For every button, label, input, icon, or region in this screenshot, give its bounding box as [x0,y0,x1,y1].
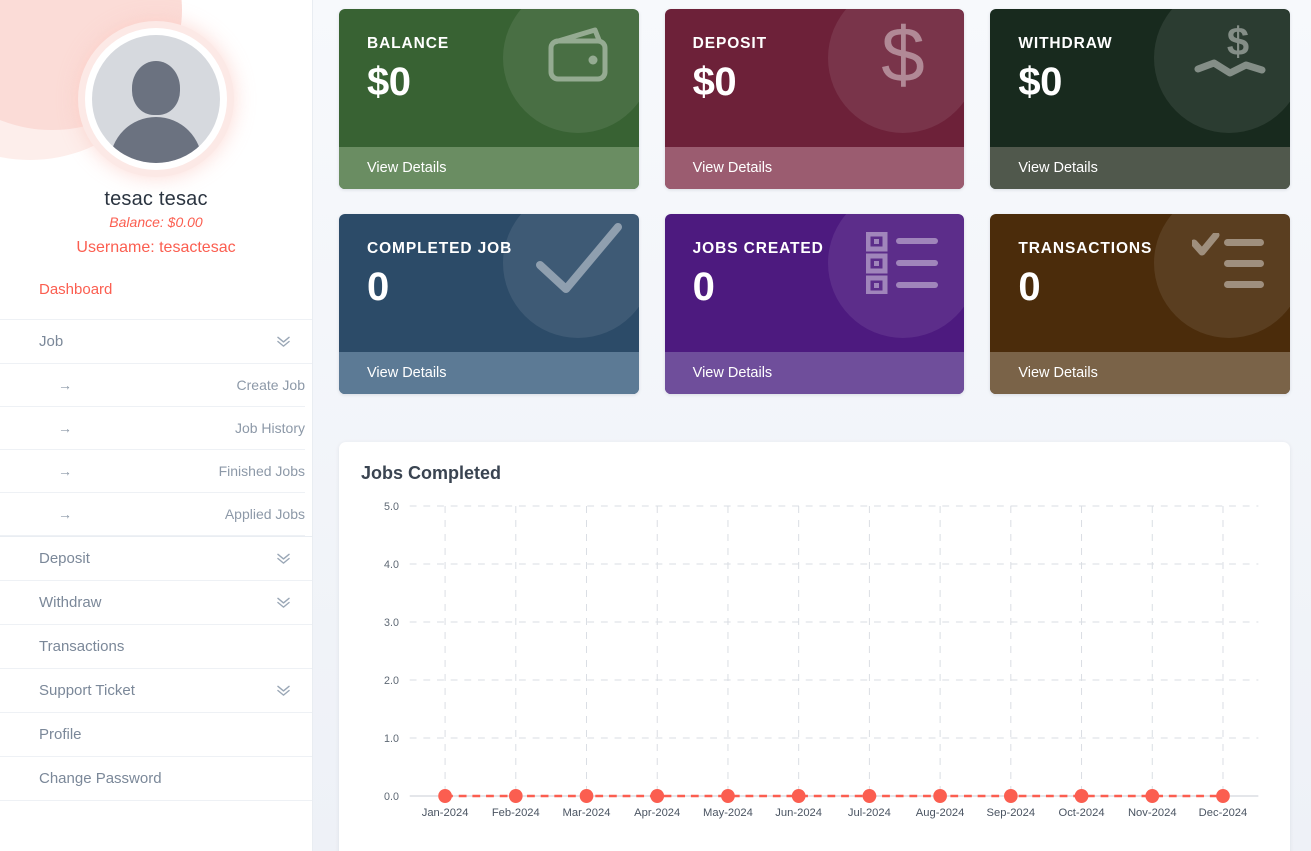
sidebar-item-label: Finished Jobs [218,463,305,479]
jobs-completed-chart-card: Jobs Completed 0.0 1.0 2.0 3.0 4.0 5.0 Jan-202… [339,442,1290,851]
sidebar-item-label: Change Password [39,770,162,787]
arrow-right-icon: → [58,377,72,393]
chevron-double-down-icon [276,552,291,565]
svg-text:Dec-2024: Dec-2024 [1199,807,1248,819]
stat-card-deposit[interactable]: DEPOSIT $0 $ View Details [664,9,965,189]
svg-text:1.0: 1.0 [384,733,399,745]
svg-text:Sep-2024: Sep-2024 [987,807,1036,819]
sidebar-item-job-history[interactable]: → Job History [0,407,305,450]
sidebar-item-label: Support Ticket [39,682,135,699]
svg-text:$: $ [1227,23,1249,64]
sidebar-item-support-ticket[interactable]: Support Ticket [0,669,312,713]
sidebar-item-applied-jobs[interactable]: → Applied Jobs [0,493,305,536]
svg-text:Jul-2024: Jul-2024 [848,807,891,819]
checklist-icon [1153,214,1290,338]
sidebar-submenu-job: → Create Job → Job History → Finished Jo… [0,364,312,536]
task-list-icon [828,214,965,338]
view-details-label: View Details [367,160,447,176]
sidebar-item-transactions[interactable]: Transactions [0,625,312,669]
view-details-label: View Details [1018,160,1098,176]
profile-balance: Balance: $0.00 [109,214,203,230]
sidebar-item-label: Job History [234,420,305,436]
stat-card-completed-job[interactable]: COMPLETED JOB 0 View Details [339,214,639,394]
sidebar-item-label: Profile [39,726,82,743]
chevron-double-down-icon [276,596,291,609]
view-details-label: View Details [692,160,773,176]
svg-text:Feb-2024: Feb-2024 [492,807,540,819]
stat-card-body: DEPOSIT $0 $ [665,9,965,147]
stat-card-jobs-created[interactable]: JOBS CREATED 0 View Details [664,214,965,394]
sidebar-item-profile[interactable]: Profile [0,713,312,757]
svg-text:Jan-2024: Jan-2024 [422,807,469,819]
svg-text:4.0: 4.0 [384,559,399,571]
sidebar-item-change-password[interactable]: Change Password [0,757,312,801]
stat-card-withdraw[interactable]: WITHDRAW $0 $ View Details [990,9,1290,189]
view-details-label: View Details [692,365,773,381]
view-details-button[interactable]: View Details [339,147,639,189]
view-details-button[interactable]: View Details [664,147,965,189]
svg-text:3.0: 3.0 [384,617,399,629]
profile-panel: tesac tesac Balance: $0.00 Username: tes… [0,0,312,257]
sidebar-nav: Dashboard Job → Create Job → Job History… [0,281,312,801]
sidebar-item-create-job[interactable]: → Create Job [0,364,305,407]
view-details-button[interactable]: View Details [990,352,1290,394]
stat-card-body: TRANSACTIONS 0 [990,214,1290,352]
profile-name: tesac tesac [104,188,208,210]
user-avatar-icon [92,35,220,163]
profile-username: Username: tesactesac [76,239,236,256]
svg-text:5.0: 5.0 [384,501,399,513]
chevron-double-down-icon [276,684,291,697]
view-details-button[interactable]: View Details [990,147,1290,189]
svg-text:2.0: 2.0 [384,675,399,687]
stat-card-transactions[interactable]: TRANSACTIONS 0 View Details [990,214,1290,394]
arrow-right-icon: → [58,463,72,479]
stat-card-body: JOBS CREATED 0 [665,214,965,352]
wallet-icon [502,9,639,133]
sidebar-item-label: Deposit [39,550,90,567]
line-chart: 0.0 1.0 2.0 3.0 4.0 5.0 Jan-2024 Feb-2024 Mar-20… [384,501,1259,819]
svg-text:Apr-2024: Apr-2024 [634,807,680,819]
sidebar-item-finished-jobs[interactable]: → Finished Jobs [0,450,305,493]
main-content: BALANCE $0 View Details DEPOSIT $0 $ Vie… [313,0,1311,851]
check-mark-icon [502,214,639,338]
sidebar-item-label: Create Job [236,377,305,393]
sidebar-item-label: Applied Jobs [224,506,305,522]
chart-plot-area: 0.0 1.0 2.0 3.0 4.0 5.0 Jan-2024 Feb-2024 Mar-20… [359,490,1272,842]
stat-card-body: BALANCE $0 [339,9,639,147]
svg-text:May-2024: May-2024 [703,807,753,819]
stat-card-body: WITHDRAW $0 $ [990,9,1290,147]
stat-card-body: COMPLETED JOB 0 [339,214,639,352]
sidebar-item-deposit[interactable]: Deposit [0,537,312,581]
view-details-label: View Details [367,365,447,381]
sidebar-item-label: Dashboard [39,281,113,298]
svg-text:$: $ [882,18,925,98]
arrow-right-icon: → [58,506,72,522]
sidebar-item-label: Withdraw [39,594,102,611]
sidebar-item-label: Transactions [39,638,125,655]
sidebar-item-dashboard[interactable]: Dashboard [0,281,312,320]
svg-text:Jun-2024: Jun-2024 [775,807,822,819]
sidebar-item-label: Job [39,333,64,350]
svg-text:Oct-2024: Oct-2024 [1059,807,1105,819]
svg-text:Mar-2024: Mar-2024 [563,807,611,819]
sidebar-item-withdraw[interactable]: Withdraw [0,581,312,625]
dashboard-page: tesac tesac Balance: $0.00 Username: tes… [0,0,1311,851]
stat-card-balance[interactable]: BALANCE $0 View Details [339,9,639,189]
svg-text:Aug-2024: Aug-2024 [916,807,965,819]
svg-text:0.0: 0.0 [384,791,399,803]
chevron-double-down-icon [276,335,291,348]
arrow-right-icon: → [58,420,72,436]
view-details-button[interactable]: View Details [339,352,639,394]
svg-text:Nov-2024: Nov-2024 [1128,807,1177,819]
cash-flow-icon: $ [1153,9,1290,133]
sidebar: tesac tesac Balance: $0.00 Username: tes… [0,0,313,851]
stat-cards-grid: BALANCE $0 View Details DEPOSIT $0 $ Vie… [339,9,1290,394]
avatar [85,28,227,170]
chart-title: Jobs Completed [361,463,502,483]
dollar-sign-icon: $ [828,9,965,133]
view-details-label: View Details [1018,365,1098,381]
sidebar-item-job[interactable]: Job [0,320,312,364]
view-details-button[interactable]: View Details [664,352,965,394]
sidebar-group-job: Job → Create Job → Job History → Finishe… [0,320,312,537]
